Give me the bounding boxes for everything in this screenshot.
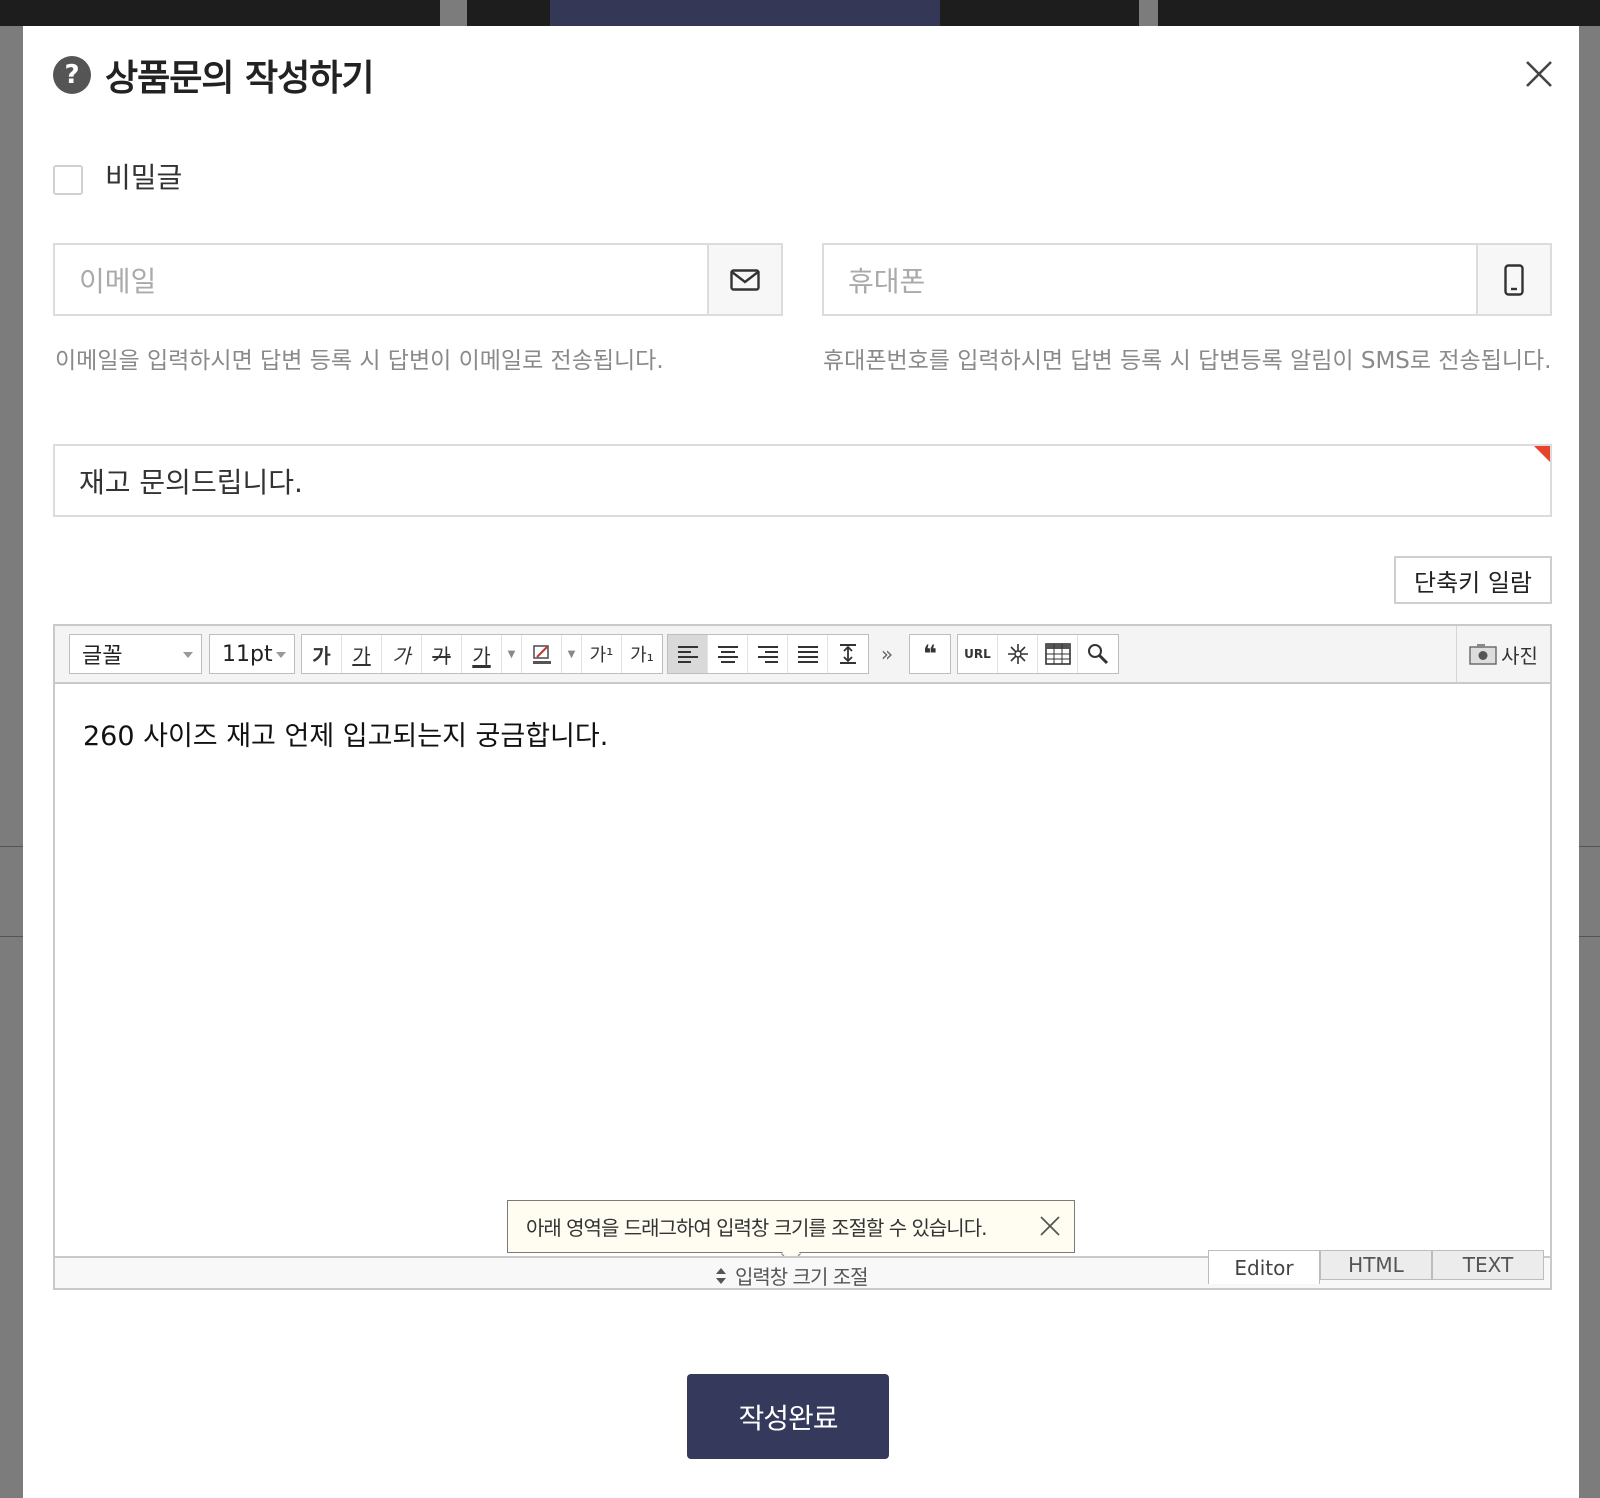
link-url-button[interactable]: URL — [958, 635, 998, 673]
search-icon — [1088, 644, 1109, 665]
resize-arrows-icon — [716, 1267, 726, 1284]
editor-mode-tabs: Editor HTML TEXT — [1208, 1250, 1544, 1284]
line-height-button[interactable] — [828, 635, 868, 673]
background-banner — [550, 0, 940, 26]
align-group — [667, 634, 869, 674]
highlight-color-button[interactable] — [522, 635, 562, 673]
phone-addon — [1476, 245, 1550, 314]
background-divider — [0, 936, 23, 937]
background-divider — [1579, 936, 1600, 937]
close-button[interactable] — [1519, 54, 1559, 94]
insert-group: URL — [957, 634, 1119, 674]
secret-checkbox[interactable] — [53, 165, 83, 195]
email-addon — [707, 245, 781, 314]
special-char-button[interactable] — [998, 635, 1038, 673]
background-tile — [1158, 0, 1600, 26]
qna-write-dialog: ? 상품문의 작성하기 비밀글 이메일 휴대폰 이메일을 입력하시면 답변 등록… — [23, 26, 1579, 1498]
more-tools-button[interactable]: » — [873, 634, 901, 674]
italic-button[interactable]: 가 — [382, 635, 422, 673]
font-family-value: 글꼴 — [82, 644, 123, 669]
secret-option: 비밀글 — [53, 156, 182, 196]
font-size-select[interactable]: 11pt — [209, 634, 295, 674]
question-circle-icon: ? — [53, 56, 91, 94]
mobile-phone-icon — [1504, 263, 1524, 296]
align-right-icon — [757, 646, 778, 663]
dialog-title: 상품문의 작성하기 — [105, 58, 374, 99]
editor-toolbar: 글꼴 11pt 가 가 가 가 가 ▼ ▼ 가¹ 가₁ » ❝ URL 사진 — [55, 626, 1550, 684]
background-divider — [0, 846, 23, 847]
font-family-select[interactable]: 글꼴 — [69, 634, 202, 674]
email-field[interactable]: 이메일 — [55, 245, 707, 314]
email-hint: 이메일을 입력하시면 답변 등록 시 답변이 이메일로 전송됩니다. — [55, 348, 664, 374]
table-button[interactable] — [1038, 635, 1078, 673]
highlighter-icon — [532, 645, 551, 664]
special-character-icon — [1007, 644, 1028, 664]
superscript-button[interactable]: 가¹ — [582, 635, 622, 673]
font-color-dropdown[interactable]: ▼ — [502, 635, 522, 673]
align-justify-icon — [797, 646, 818, 663]
photo-button-label: 사진 — [1501, 643, 1538, 668]
align-left-button[interactable] — [668, 635, 708, 673]
chevron-down-icon — [183, 652, 193, 658]
background-divider — [1579, 846, 1600, 847]
required-marker — [1534, 446, 1550, 462]
subscript-button[interactable]: 가₁ — [622, 635, 662, 673]
table-icon — [1044, 643, 1071, 665]
subject-input[interactable]: 재고 문의드립니다. — [53, 444, 1552, 517]
camera-icon — [1469, 644, 1497, 665]
secret-label[interactable]: 비밀글 — [105, 156, 182, 196]
quote-group: ❝ — [909, 634, 951, 674]
strikethrough-button[interactable]: 가 — [422, 635, 462, 673]
tab-text[interactable]: TEXT — [1432, 1250, 1544, 1280]
close-icon — [1526, 61, 1552, 87]
tab-html[interactable]: HTML — [1320, 1250, 1432, 1280]
editor-content[interactable]: 260 사이즈 재고 언제 입고되는지 궁금합니다. — [83, 714, 608, 753]
text-format-group: 가 가 가 가 가 ▼ ▼ 가¹ 가₁ — [301, 634, 663, 674]
line-height-icon — [840, 644, 856, 664]
highlight-color-dropdown[interactable]: ▼ — [562, 635, 582, 673]
underline-button[interactable]: 가 — [342, 635, 382, 673]
submit-button[interactable]: 작성완료 — [687, 1374, 889, 1459]
resize-tooltip: 아래 영역을 드래그하여 입력창 크기를 조절할 수 있습니다. — [507, 1200, 1075, 1264]
subject-value: 재고 문의드립니다. — [79, 465, 303, 499]
resize-handle-bar[interactable]: 입력창 크기 조절 Editor HTML TEXT — [55, 1250, 1550, 1290]
rich-text-editor: 글꼴 11pt 가 가 가 가 가 ▼ ▼ 가¹ 가₁ » ❝ URL 사진 2… — [53, 624, 1552, 1290]
bold-button[interactable]: 가 — [302, 635, 342, 673]
envelope-icon — [730, 268, 760, 291]
resize-label-text: 입력창 크기 조절 — [735, 1265, 869, 1289]
shortcut-list-button[interactable]: 단축키 일람 — [1394, 556, 1552, 604]
align-center-button[interactable] — [708, 635, 748, 673]
phone-field[interactable]: 휴대폰 — [824, 245, 1476, 314]
phone-hint: 휴대폰번호를 입력하시면 답변 등록 시 답변등록 알림이 SMS로 전송됩니다… — [823, 348, 1552, 374]
phone-field-group: 휴대폰 — [822, 243, 1552, 316]
tab-editor[interactable]: Editor — [1208, 1250, 1320, 1284]
search-replace-button[interactable] — [1078, 635, 1118, 673]
resize-tooltip-text: 아래 영역을 드래그하여 입력창 크기를 조절할 수 있습니다. — [526, 1216, 987, 1240]
font-size-value: 11pt — [222, 641, 273, 667]
chevron-down-icon — [276, 652, 286, 658]
background-tile — [0, 0, 440, 26]
quote-button[interactable]: ❝ — [910, 635, 950, 673]
align-justify-button[interactable] — [788, 635, 828, 673]
dialog-header: ? 상품문의 작성하기 — [53, 54, 374, 99]
font-color-button[interactable]: 가 — [462, 635, 502, 673]
align-center-icon — [717, 646, 738, 663]
photo-upload-button[interactable]: 사진 — [1456, 626, 1550, 682]
align-right-button[interactable] — [748, 635, 788, 673]
close-icon[interactable] — [1038, 1214, 1062, 1238]
resize-label: 입력창 크기 조절 — [715, 1261, 869, 1290]
align-left-icon — [677, 646, 698, 663]
email-field-group: 이메일 — [53, 243, 783, 316]
